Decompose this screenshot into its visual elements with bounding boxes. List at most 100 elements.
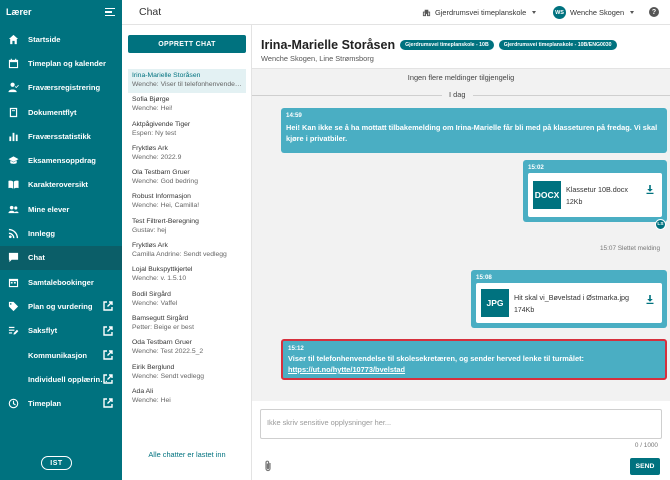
message-composer: Ikke skriv sensitive opplysninger her...… — [252, 401, 670, 480]
chat-list-item[interactable]: Oda Testbarn Gruer Wenche: Test 2022.5_2 — [128, 336, 246, 360]
chat-preview: Wenche: Hei! — [132, 105, 173, 113]
chat-list-item[interactable]: Lojal Bukspyttkjertel Wenche: v. 1.5.10 — [128, 263, 246, 287]
file-size: 12Kb — [566, 198, 583, 206]
sidebar-item-mine-elever[interactable]: Mine elever — [0, 197, 122, 221]
chat-preview: Espen: Ny test — [132, 129, 177, 137]
chat-list-footer: Alle chatter er lastet inn — [148, 450, 226, 459]
sidebar-title: Lærer — [6, 7, 32, 17]
chat-list-item[interactable]: Sofia Bjørge Wenche: Hei! — [128, 93, 246, 117]
chat-list-item[interactable]: Bamsegutt Sirgård Petter: Beige er best — [128, 312, 246, 336]
sidebar-item-label: Saksflyt — [28, 326, 58, 336]
chat-list-item[interactable]: Fryktløs Ark Wenche: 2022.9 — [128, 142, 246, 166]
chat-list-item[interactable]: Fryktløs Ark Camilla Andrine: Sendt vedle… — [128, 239, 246, 263]
ist-logo: IST — [41, 456, 72, 470]
graduation-cap-icon — [8, 155, 19, 166]
sidebar-item-startside[interactable]: Startside — [0, 27, 122, 51]
message-text: Hei! Kan ikke se å ha mottatt tilbakemel… — [286, 123, 658, 143]
list-edit-icon — [8, 325, 19, 336]
rss-icon — [8, 228, 19, 239]
chat-list-item[interactable]: Eirik Berglund Wenche: Sendt vedlegg — [128, 361, 246, 385]
chevron-down-icon — [532, 11, 537, 14]
download-icon[interactable] — [646, 295, 654, 304]
chat-list-item[interactable]: Ola Testbarn Gruer Wenche: God bedring — [128, 166, 246, 190]
chat-list-item[interactable]: Robust Informasjon Wenche: Hei, Camilla! — [128, 190, 246, 214]
chat-list-items: Irina-Marielle Storåsen Wenche: Viser til… — [128, 69, 246, 409]
message-bubble-selected[interactable]: 15:12 Viser til telefonhenvendelse til s… — [281, 339, 667, 380]
help-icon[interactable]: ? — [649, 7, 659, 17]
sidebar-item-eksamensoppdrag[interactable]: Eksamensoppdrag — [0, 148, 122, 172]
chat-icon — [8, 252, 19, 263]
message-time: 15:12 — [288, 345, 304, 352]
sidebar: Lærer Startside Timeplan og kalender Fra… — [0, 0, 122, 480]
sidebar-item-label: Fraværsregistrering — [28, 83, 101, 93]
chat-preview: Wenche: Viser til telefonhenvendelse til… — [132, 81, 242, 88]
sidebar-item-label: Startside — [28, 34, 61, 44]
conversation-header: Irina-Marielle Storåsen Gjerdrumsvei tim… — [252, 25, 670, 69]
chat-name: Ada Ali — [132, 387, 154, 395]
chat-list-item[interactable]: Bodil Sirgård Wenche: Vaffel — [128, 288, 246, 312]
chat-list-item[interactable]: Irina-Marielle Storåsen Wenche: Viser til… — [128, 69, 246, 94]
external-link-icon — [103, 350, 113, 360]
deleted-message: 15:07 Slettet melding — [600, 245, 661, 252]
conversation-title: Irina-Marielle Storåsen — [261, 38, 396, 52]
message-input[interactable]: Ikke skriv sensitive opplysninger her... — [260, 409, 662, 439]
sidebar-item-dokumentflyt[interactable]: Dokumentflyt — [0, 100, 122, 124]
sidebar-item-innlegg[interactable]: Innlegg — [0, 221, 122, 245]
collapse-menu-icon[interactable] — [105, 8, 115, 16]
school-name: Gjerdrumsvei timeplanskole — [435, 8, 527, 17]
message-text: Viser til telefonhenvendelse til skolese… — [288, 354, 585, 363]
user-menu[interactable]: WS Wenche Skogen — [553, 6, 635, 19]
chat-name: Bamsegutt Sirgård — [132, 314, 189, 322]
file-attachment[interactable]: JPG Hit skal vi_Bøvelstad i Østmarka.jpg… — [476, 283, 662, 323]
home-icon — [8, 34, 19, 45]
chat-name: Robust Informasjon — [132, 193, 191, 201]
no-more-messages: Ingen flere meldinger tilgjengelig — [407, 73, 515, 82]
chat-name: Fryktløs Ark — [132, 242, 168, 250]
chat-list-item[interactable]: Test Filtrert-Beregning Gustav: hej — [128, 215, 246, 239]
sidebar-item-timeplan[interactable]: Timeplan — [0, 391, 122, 415]
group-badge: Gjerdrumsvei timeplanskole - 10B/ENG0030 — [498, 40, 617, 50]
file-attachment[interactable]: DOCX Klassetur 10B.docx 12Kb — [528, 173, 662, 217]
message-time: 14:59 — [286, 112, 302, 119]
school-selector[interactable]: Gjerdrumsvei timeplanskole — [422, 8, 537, 17]
sidebar-item-saksflyt[interactable]: Saksflyt — [0, 319, 122, 343]
chat-preview: Wenche: God bedring — [132, 178, 198, 186]
sidebar-item-individuell-opplaering[interactable]: Individuell opplærin… — [0, 367, 122, 391]
day-separator: I dag — [252, 90, 670, 100]
sidebar-item-karakteroversikt[interactable]: Karakteroversikt — [0, 173, 122, 197]
chat-list-item[interactable]: Aktpågivende Tiger Espen: Ny test — [128, 118, 246, 142]
group-badge: Gjerdrumsvei timeplanskole - 10B — [400, 40, 494, 50]
sidebar-item-plan-vurdering[interactable]: Plan og vurdering — [0, 294, 122, 318]
sidebar-item-label: Chat — [28, 253, 45, 263]
open-book-icon — [8, 179, 19, 190]
chat-name: Bodil Sirgård — [132, 290, 171, 298]
chat-list-item[interactable]: Ada Ali Wenche: Hei — [128, 385, 246, 409]
message-area[interactable]: Ingen flere meldinger tilgjengelig I dag… — [252, 69, 670, 401]
chat-preview: Wenche: Sendt vedlegg — [132, 372, 205, 380]
sidebar-header: Lærer — [0, 0, 122, 24]
sidebar-item-samtalebookinger[interactable]: Samtalebookinger — [0, 270, 122, 294]
paperclip-icon[interactable] — [264, 460, 272, 472]
send-button[interactable]: SEND — [630, 458, 660, 475]
message-time: 15:08 — [476, 274, 492, 281]
new-chat-button[interactable]: OPPRETT CHAT — [128, 35, 246, 53]
chat-preview: Gustav: hej — [132, 226, 167, 234]
chat-name: Test Filtrert-Beregning — [132, 217, 199, 225]
conversation-participants: Wenche Skogen, Line Strømsborg — [261, 54, 374, 63]
chat-preview: Wenche: 2022.9 — [132, 153, 182, 161]
chat-name: Eirik Berglund — [132, 363, 175, 371]
chat-name: Lojal Bukspyttkjertel — [132, 266, 193, 274]
sidebar-item-timeplan-kalender[interactable]: Timeplan og kalender — [0, 51, 122, 75]
sidebar-item-fravaersregistrering[interactable]: Fraværsregistrering — [0, 76, 122, 100]
sidebar-item-kommunikasjon[interactable]: Kommunikasjon — [0, 343, 122, 367]
download-icon[interactable] — [646, 185, 654, 194]
sidebar-item-chat[interactable]: Chat — [0, 245, 122, 270]
chat-preview: Wenche: Test 2022.5_2 — [132, 348, 204, 356]
file-size: 174Kb — [514, 306, 535, 314]
file-type-icon: DOCX — [533, 181, 561, 209]
group-icon — [8, 204, 19, 215]
chat-preview: Petter: Beige er best — [132, 323, 194, 331]
sidebar-item-fravaersstatistikk[interactable]: Fraværsstatistikk — [0, 124, 122, 148]
calendar-icon — [8, 58, 19, 69]
message-link[interactable]: https://ut.no/hytte/10773/bvelstad — [288, 364, 660, 375]
